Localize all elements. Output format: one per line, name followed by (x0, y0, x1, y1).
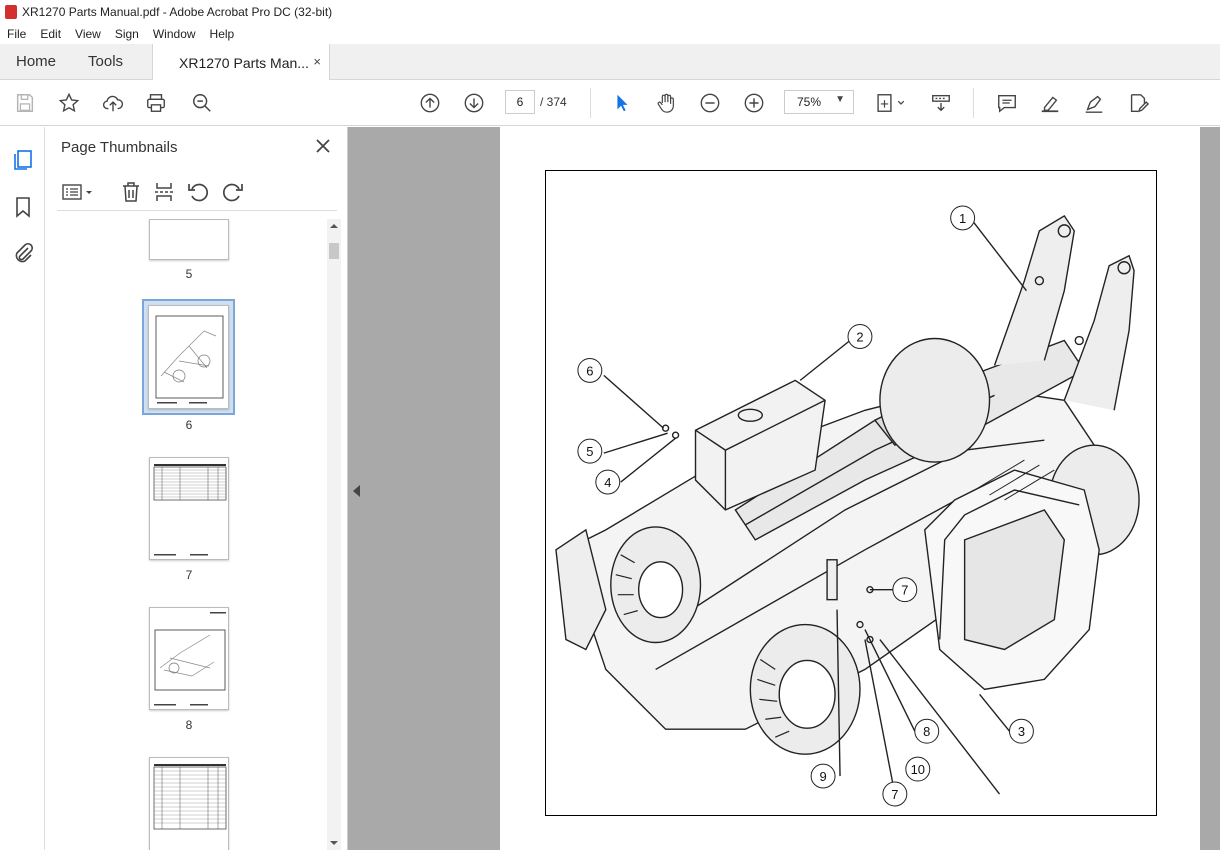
panel-toolbar (57, 175, 337, 211)
thumbnail-page-7[interactable] (149, 457, 229, 560)
page-thumbnails-icon[interactable] (11, 148, 35, 172)
save-icon[interactable] (13, 91, 37, 115)
page-number-input[interactable]: 6 (505, 90, 535, 114)
main-toolbar: 6 / 374 75% ▼ (0, 80, 1220, 126)
page-thumbnails-panel: Page Thumbnails 5 6 7 8 (45, 127, 348, 850)
thumbnails-scrollbar[interactable] (327, 219, 341, 850)
rotate-left-icon[interactable] (186, 180, 210, 204)
menu-sign[interactable]: Sign (108, 27, 146, 41)
scroll-down-icon[interactable] (327, 836, 341, 850)
hand-icon[interactable] (654, 91, 678, 115)
callout-4: 4 (604, 475, 611, 490)
pdf-page: 1 2 3 4 5 6 7 8 9 10 7 (500, 127, 1200, 850)
callout-3: 3 (1018, 724, 1025, 739)
menu-view[interactable]: View (68, 27, 108, 41)
callout-6: 6 (586, 363, 593, 378)
comment-icon[interactable] (995, 91, 1019, 115)
tab-document-label: XR1270 Parts Man... (179, 54, 309, 71)
edit-pdf-icon[interactable] (1126, 91, 1150, 115)
thumbnail-page-8[interactable] (149, 607, 229, 710)
zoom-level-value: 75% (797, 95, 822, 109)
print-icon[interactable] (144, 91, 168, 115)
callout-7b: 7 (891, 787, 898, 802)
thumbnail-label: 6 (185, 418, 193, 432)
thumbnail-page-6[interactable] (148, 305, 229, 409)
zoom-out-icon[interactable] (698, 91, 722, 115)
callout-10: 10 (911, 762, 925, 777)
panel-collapse-handle[interactable] (348, 127, 368, 850)
zoom-level-select[interactable]: 75% ▼ (784, 90, 854, 114)
attachments-icon[interactable] (11, 241, 35, 265)
zoom-in-icon[interactable] (742, 91, 766, 115)
prev-page-icon[interactable] (418, 91, 442, 115)
extract-pages-icon[interactable] (152, 180, 176, 204)
fit-page-icon[interactable] (872, 91, 908, 115)
upload-icon[interactable] (101, 91, 125, 115)
scroll-up-icon[interactable] (327, 219, 341, 233)
highlight-icon[interactable] (1038, 91, 1062, 115)
zoom-search-icon[interactable] (190, 91, 214, 115)
options-menu-icon[interactable] (61, 180, 95, 204)
window-title: XR1270 Parts Manual.pdf - Adobe Acrobat … (22, 5, 333, 19)
menu-file[interactable]: File (0, 27, 33, 41)
thumbnail-label: 5 (185, 267, 193, 281)
title-bar: XR1270 Parts Manual.pdf - Adobe Acrobat … (0, 0, 1220, 24)
thumbnail-label: 8 (185, 718, 193, 732)
tab-tools[interactable]: Tools (72, 44, 139, 79)
toolbar-divider (973, 88, 974, 118)
telehandler-exploded-diagram: 1 2 3 4 5 6 7 8 9 10 7 (555, 205, 1140, 807)
callout-2: 2 (856, 329, 863, 344)
menu-bar: File Edit View Sign Window Help (0, 24, 1220, 44)
thumbnail-page-5[interactable] (149, 219, 229, 260)
thumbnail-label: 7 (185, 568, 193, 582)
close-tab-icon[interactable]: × (313, 54, 321, 69)
sign-icon[interactable] (1082, 91, 1106, 115)
panel-title: Page Thumbnails (61, 139, 178, 156)
menu-window[interactable]: Window (146, 27, 203, 41)
callout-8: 8 (923, 724, 930, 739)
acrobat-app-icon (5, 5, 17, 19)
bookmarks-icon[interactable] (11, 195, 35, 219)
menu-edit[interactable]: Edit (33, 27, 68, 41)
diagram-frame: 1 2 3 4 5 6 7 8 9 10 7 (545, 170, 1157, 816)
tab-home[interactable]: Home (0, 44, 72, 79)
tab-document[interactable]: XR1270 Parts Man... × (152, 44, 330, 81)
rotate-right-icon[interactable] (221, 180, 245, 204)
collapse-left-icon (353, 485, 360, 497)
thumbnails-list: 5 6 7 8 (45, 219, 325, 850)
menu-help[interactable]: Help (203, 27, 242, 41)
toolbar-divider (590, 88, 591, 118)
callout-9: 9 (819, 769, 826, 784)
delete-icon[interactable] (119, 180, 143, 204)
tab-bar: Home Tools XR1270 Parts Man... × (0, 44, 1220, 81)
scrollbar-thumb[interactable] (329, 243, 339, 259)
document-canvas[interactable]: 1 2 3 4 5 6 7 8 9 10 7 (368, 127, 1220, 850)
chevron-down-icon: ▼ (835, 94, 845, 105)
callout-1: 1 (959, 211, 966, 226)
thumbnail-page-9[interactable] (149, 757, 229, 850)
callout-5: 5 (586, 444, 593, 459)
page-total-label: / 374 (540, 95, 567, 109)
star-icon[interactable] (57, 91, 81, 115)
callout-7: 7 (901, 583, 908, 598)
next-page-icon[interactable] (462, 91, 486, 115)
scroll-mode-icon[interactable] (929, 91, 953, 115)
cursor-icon[interactable] (610, 91, 634, 115)
close-icon[interactable] (313, 136, 333, 156)
left-navigation-rail (0, 127, 45, 850)
